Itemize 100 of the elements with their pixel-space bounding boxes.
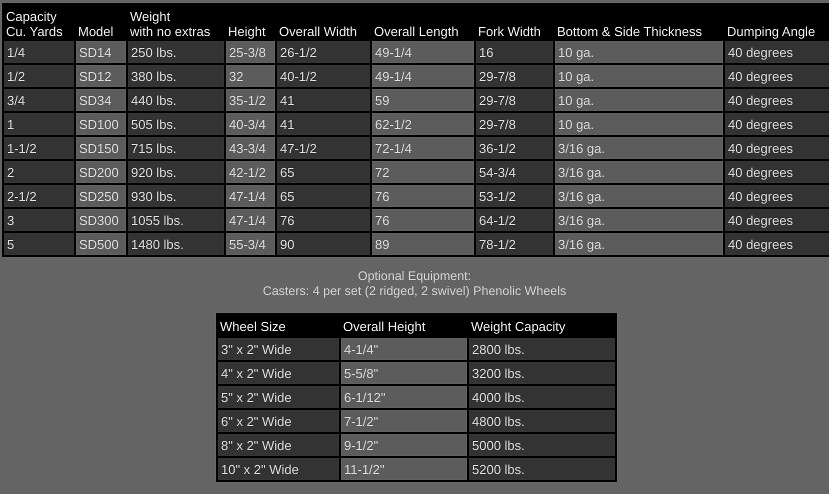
table-cell: 40-1/2	[277, 65, 370, 87]
table-cell: 41	[277, 89, 370, 111]
table-cell: 4000 lbs.	[469, 386, 615, 408]
column-header: Dumping Angle	[726, 23, 816, 39]
table-cell: 54-3/4	[476, 161, 553, 183]
table-cell: 72	[372, 161, 474, 183]
table-cell: 5200 lbs.	[469, 458, 615, 480]
table-cell: 76	[372, 185, 474, 207]
table-cell: 65	[277, 185, 370, 207]
table-cell: 930 lbs.	[128, 185, 224, 207]
table-cell: 89	[372, 233, 474, 255]
table-cell: 29-7/8	[476, 113, 553, 135]
table-cell: 35-1/2	[226, 89, 275, 111]
table-cell: 65	[277, 161, 370, 183]
table-cell: 3/16 ga.	[555, 209, 723, 231]
table-cell: 6-1/12"	[341, 386, 467, 408]
table-cell: 40 degrees	[725, 233, 829, 255]
table-cell: 59	[372, 89, 474, 111]
table-cell: 1480 lbs.	[128, 233, 224, 255]
table-cell: 36-1/2	[476, 137, 553, 159]
table-cell: 2-1/2	[4, 185, 74, 207]
table-cell: 29-7/8	[476, 65, 553, 87]
table-cell: 10 ga.	[555, 113, 723, 135]
table-cell: 26-1/2	[277, 41, 370, 63]
table-cell: 40 degrees	[725, 113, 829, 135]
table-cell: 5-5/8"	[341, 362, 467, 384]
table-cell: SD150	[76, 137, 126, 159]
table-cell: 47-1/2	[277, 137, 370, 159]
table-cell: 4" x 2" Wide	[218, 362, 339, 384]
table-cell: 40 degrees	[725, 209, 829, 231]
table-cell: 40-3/4	[226, 113, 275, 135]
table-cell: 10 ga.	[555, 89, 723, 111]
table-cell: 40 degrees	[725, 185, 829, 207]
table-cell: 72-1/4	[372, 137, 474, 159]
table-cell: 1-1/2	[4, 137, 74, 159]
table-cell: 920 lbs.	[128, 161, 224, 183]
table-cell: 1/4	[4, 41, 74, 63]
table-cell: 715 lbs.	[128, 137, 224, 159]
table-cell: 6" x 2" Wide	[218, 410, 339, 432]
table-cell: 41	[277, 113, 370, 135]
table-cell: 1	[4, 113, 74, 135]
column-header: Wheel Size	[219, 318, 287, 336]
column-header: Model	[77, 23, 114, 39]
table-cell: 40 degrees	[725, 137, 829, 159]
table-cell: 42-1/2	[226, 161, 275, 183]
table-cell: 10 ga.	[555, 65, 723, 87]
table-cell: 505 lbs.	[128, 113, 224, 135]
table-cell: SD500	[76, 233, 126, 255]
table-cell: 9-1/2"	[341, 434, 467, 456]
table-cell: 40 degrees	[725, 89, 829, 111]
table-cell: 7-1/2"	[341, 410, 467, 432]
table-cell: 32	[226, 65, 275, 87]
table-cell: 47-1/4	[226, 185, 275, 207]
table-cell: 10" x 2" Wide	[218, 458, 339, 480]
table-cell: 47-1/4	[226, 209, 275, 231]
table-cell: 40 degrees	[725, 41, 829, 63]
table-cell: 3/16 ga.	[555, 161, 723, 183]
table-cell: 49-1/4	[372, 65, 474, 87]
table-cell: 53-1/2	[476, 185, 553, 207]
table-cell: SD250	[76, 185, 126, 207]
table-cell: SD300	[76, 209, 126, 231]
table-cell: 5" x 2" Wide	[218, 386, 339, 408]
section-title: Optional Equipment:	[356, 269, 472, 284]
table-cell: 3/16 ga.	[555, 185, 723, 207]
table-cell: SD200	[76, 161, 126, 183]
table-cell: 3/4	[4, 89, 74, 111]
column-header: Capacity Cu. Yards	[5, 8, 64, 39]
table-cell: 40 degrees	[725, 161, 829, 183]
table-cell: 16	[476, 41, 553, 63]
column-header: Overall Width	[278, 23, 358, 39]
column-header: Weight with no extras	[129, 8, 212, 39]
table-cell: 3	[4, 209, 74, 231]
table-cell: 380 lbs.	[128, 65, 224, 87]
table-cell: 40 degrees	[725, 65, 829, 87]
table-cell: 5	[4, 233, 74, 255]
column-header: Bottom & Side Thickness	[556, 23, 703, 39]
table-cell: 2	[4, 161, 74, 183]
table-cell: 43-3/4	[226, 137, 275, 159]
table-cell: SD100	[76, 113, 126, 135]
column-header: Overall Height	[342, 318, 426, 336]
table-cell: 5000 lbs.	[469, 434, 615, 456]
table-cell: 55-3/4	[226, 233, 275, 255]
column-header: Overall Length	[373, 23, 460, 39]
table-cell: 62-1/2	[372, 113, 474, 135]
table-cell: 4-1/4"	[341, 338, 467, 360]
table-cell: 1/2	[4, 65, 74, 87]
table-cell: 76	[277, 209, 370, 231]
table-cell: 29-7/8	[476, 89, 553, 111]
table-cell: 3200 lbs.	[469, 362, 615, 384]
table-cell: 8" x 2" Wide	[218, 434, 339, 456]
table-cell: SD34	[76, 89, 126, 111]
table-cell: 10 ga.	[555, 41, 723, 63]
table-cell: 4800 lbs.	[469, 410, 615, 432]
column-header: Weight Capacity	[470, 318, 566, 336]
table-cell: 3/16 ga.	[555, 233, 723, 255]
column-header: Fork Width	[477, 23, 542, 39]
column-header: Height	[227, 23, 267, 39]
table-cell: 25-3/8	[226, 41, 275, 63]
table-cell: 3/16 ga.	[555, 137, 723, 159]
table-cell: 90	[277, 233, 370, 255]
